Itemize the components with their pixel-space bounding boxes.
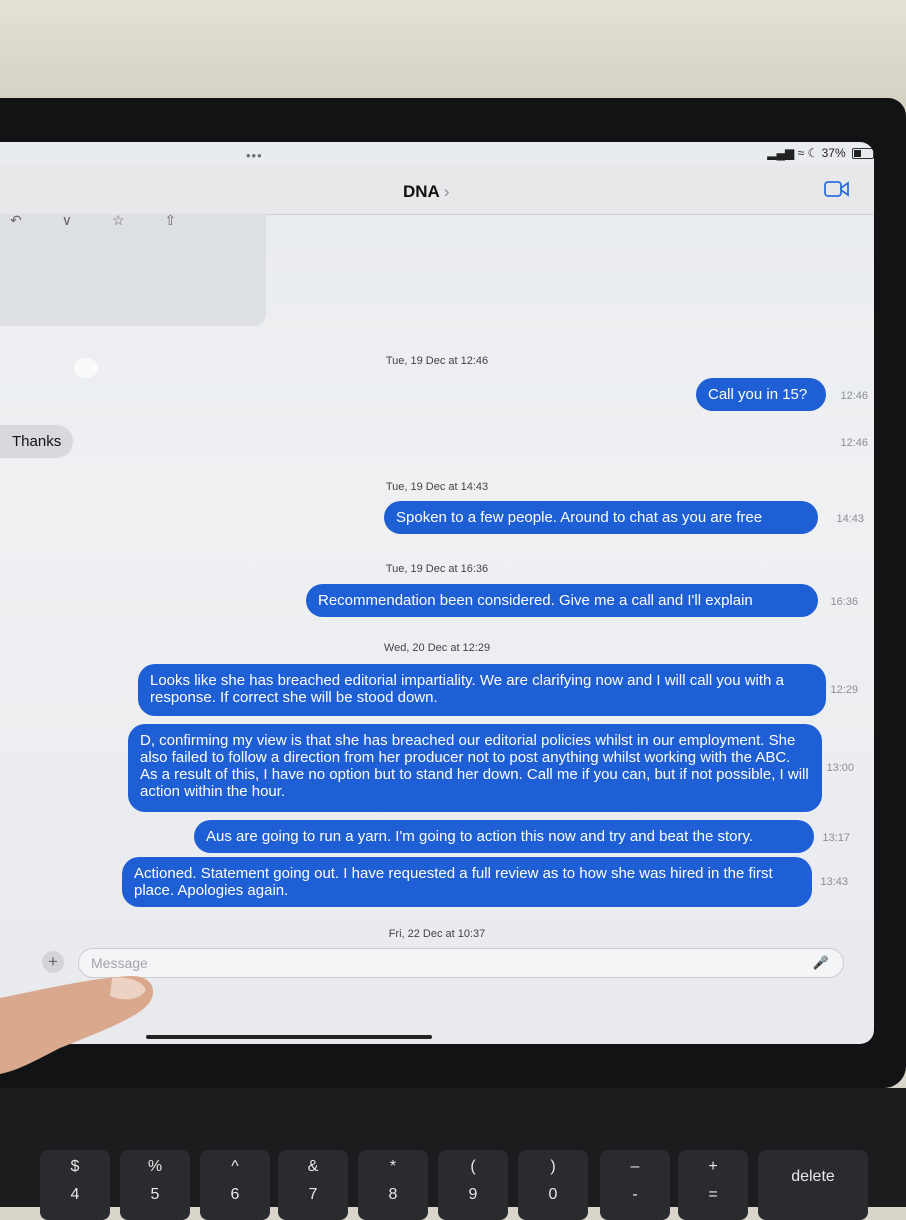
- battery-percent: 37%: [821, 146, 846, 160]
- keyboard-key[interactable]: – -: [600, 1150, 670, 1220]
- received-message-bubble[interactable]: Thanks: [0, 425, 74, 458]
- message-time: 14:43: [836, 513, 864, 525]
- date-separator: Tue, 19 Dec at 12:46: [385, 355, 489, 367]
- message-time: 12:46: [840, 390, 868, 402]
- key-bottom-label: 5: [150, 1186, 160, 1203]
- message-placeholder: Message: [91, 955, 148, 971]
- finger-overlay: [0, 975, 154, 1074]
- message-time: 13:17: [822, 832, 850, 844]
- key-top-label: ): [550, 1158, 556, 1175]
- key-top-label: ^: [231, 1158, 239, 1175]
- microphone-icon[interactable]: 🎤: [813, 955, 829, 971]
- key-top-label: –: [630, 1158, 640, 1175]
- message-action-icons: ↶∨☆⇧: [10, 212, 217, 228]
- date-separator: Fri, 22 Dec at 10:37: [388, 928, 486, 940]
- date-separator: Tue, 19 Dec at 16:36: [385, 563, 489, 575]
- keyboard-key[interactable]: (9: [438, 1150, 508, 1220]
- multitask-dots[interactable]: •••: [246, 148, 263, 163]
- sent-message-bubble[interactable]: Looks like she has breached editorial im…: [138, 664, 826, 716]
- chevron-right-icon: ›: [443, 182, 450, 201]
- key-top-label: %: [147, 1158, 163, 1175]
- keyboard-key[interactable]: delete: [758, 1150, 868, 1220]
- key-bottom-label: 7: [308, 1186, 318, 1203]
- key-bottom-label: delete: [791, 1168, 835, 1185]
- keyboard-key[interactable]: % 5: [120, 1150, 190, 1220]
- key-bottom-label: 0: [548, 1186, 558, 1203]
- message-time: 13:00: [826, 762, 854, 774]
- sent-message-bubble[interactable]: D, confirming my view is that she has br…: [128, 724, 822, 812]
- conversation-header: DNA ›: [0, 166, 874, 215]
- key-bottom-label: 6: [230, 1186, 240, 1203]
- key-top-label: &: [307, 1158, 319, 1175]
- date-separator: Tue, 19 Dec at 14:43: [385, 481, 489, 493]
- key-top-label: +: [708, 1158, 718, 1175]
- video-call-icon[interactable]: [824, 180, 850, 198]
- sent-message-bubble[interactable]: Aus are going to run a yarn. I'm going t…: [194, 820, 814, 853]
- message-time: 16:36: [830, 596, 858, 608]
- date-separator: Wed, 20 Dec at 12:29: [383, 642, 491, 654]
- sent-message-bubble[interactable]: Actioned. Statement going out. I have re…: [122, 857, 812, 907]
- sent-message-bubble[interactable]: Spoken to a few people. Around to chat a…: [384, 501, 818, 534]
- key-bottom-label: 8: [388, 1186, 398, 1203]
- message-time: 12:46: [840, 437, 868, 449]
- key-bottom-label: -: [632, 1186, 638, 1203]
- keyboard-key[interactable]: & 7: [278, 1150, 348, 1220]
- keyboard-key[interactable]: $4: [40, 1150, 110, 1220]
- signal-icon: ▂▄▆: [767, 146, 795, 160]
- sent-message-bubble[interactable]: Recommendation been considered. Give me …: [306, 584, 818, 617]
- keyboard-key[interactable]: ^ 6: [200, 1150, 270, 1220]
- message-time: 13:43: [820, 876, 848, 888]
- status-bar: ▂▄▆ ≈ ☾ 37%: [767, 146, 874, 160]
- ipad-screen: ••• ▂▄▆ ≈ ☾ 37% DNA › ↶∨☆⇧ Tue, 19 Dec at…: [0, 142, 874, 1044]
- battery-icon: [852, 148, 874, 160]
- key-bottom-label: 9: [468, 1186, 478, 1203]
- sent-message-bubble[interactable]: Call you in 15?: [696, 378, 826, 411]
- key-bottom-label: =: [708, 1186, 718, 1203]
- moon-icon: ☾: [807, 146, 819, 160]
- home-indicator[interactable]: [146, 1035, 432, 1039]
- key-top-label: $: [70, 1158, 80, 1175]
- key-bottom-label: 4: [70, 1186, 80, 1203]
- key-top-label: (: [470, 1158, 476, 1175]
- contact-name: DNA: [403, 182, 440, 201]
- keyboard-key[interactable]: * 8: [358, 1150, 428, 1220]
- keyboard-key[interactable]: + =: [678, 1150, 748, 1220]
- message-time: 12:29: [830, 684, 858, 696]
- wifi-icon: ≈: [797, 146, 805, 160]
- message-input[interactable]: Message 🎤: [78, 948, 844, 978]
- previous-message-card[interactable]: ↶∨☆⇧: [0, 212, 266, 378]
- key-top-label: *: [389, 1158, 397, 1175]
- wall-background: [0, 0, 906, 110]
- contact-name-button[interactable]: DNA ›: [403, 182, 450, 202]
- keyboard-key[interactable]: ) 0: [518, 1150, 588, 1220]
